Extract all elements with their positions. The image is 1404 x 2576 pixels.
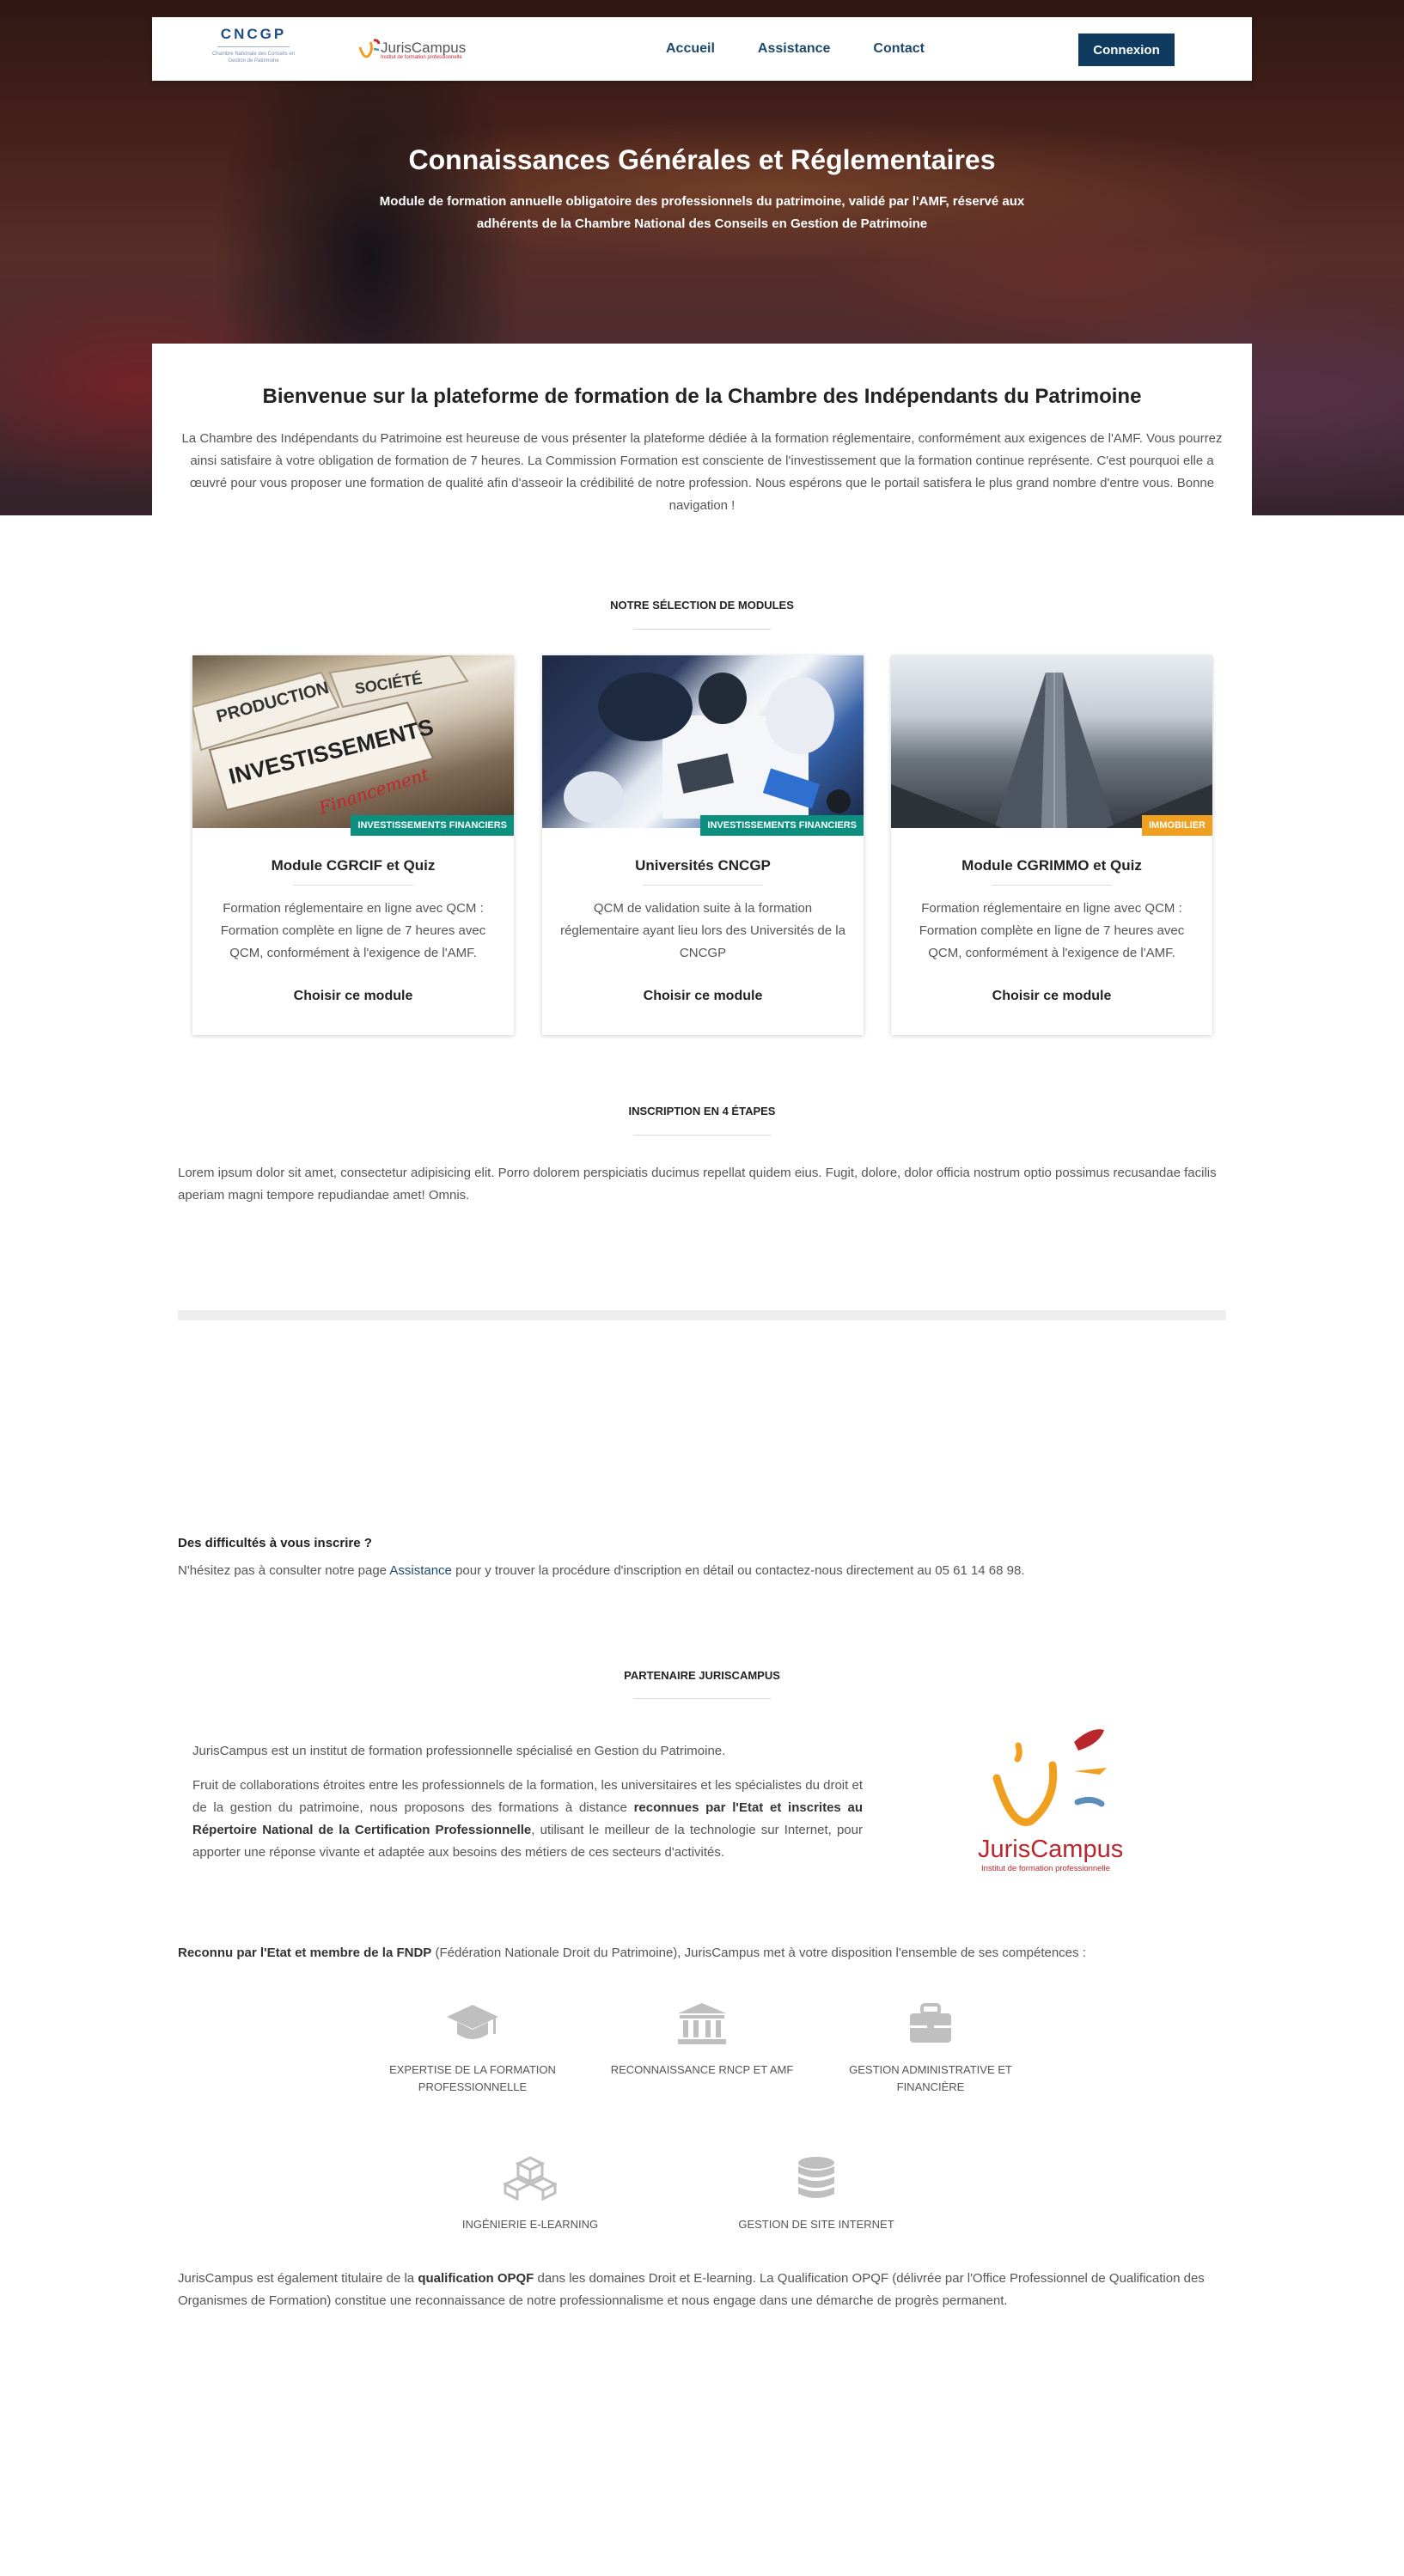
module-description: QCM de validation suite à la formation r… (560, 901, 845, 960)
module-image-building (891, 655, 1212, 828)
choose-module-button[interactable]: Choisir ce module (542, 989, 864, 1004)
module-image-meeting (542, 655, 864, 828)
recognition-text: Reconnu par l'Etat et membre de la FNDP … (178, 1942, 1226, 1964)
juriscampus-logo-tag: Institut de formation professionnelle (381, 55, 462, 60)
module-title: Universités CNCGP (635, 857, 771, 874)
opqf-text-a: JurisCampus est également titulaire de l… (178, 2271, 418, 2286)
folders-illustration: PRODUCTION SOCIÉTÉ INVESTISSEMENTS Finan… (192, 655, 469, 819)
module-title: Module CGRCIF et Quiz (271, 857, 436, 874)
module-card-universites[interactable]: INVESTISSEMENTS FINANCIERS Universités C… (542, 655, 864, 1035)
nav-contact[interactable]: Contact (873, 41, 925, 57)
feature-label: INGÉNIERIE E-LEARNING (461, 2218, 599, 2231)
inscription-section-rule (633, 1135, 771, 1136)
opqf-bold: qualification OPQF (418, 2271, 534, 2286)
main-nav: Accueil Assistance Contact (666, 17, 968, 81)
module-title: Module CGRIMMO et Quiz (961, 857, 1142, 874)
feature-rncp: RECONNAISSANCE RNCP ET AMF (607, 2001, 797, 2079)
partner-intro: JurisCampus est un institut de formation… (192, 1744, 726, 1758)
partner-description: Fruit de collaborations étroites entre l… (192, 1775, 863, 1864)
cncgp-logo-rule (217, 46, 290, 47)
recognition-bold: Reconnu par l'Etat et membre de la FNDP (178, 1946, 432, 1960)
assistance-link[interactable]: Assistance (389, 1563, 452, 1578)
feature-label: RECONNAISSANCE RNCP ET AMF (610, 2063, 794, 2076)
module-description: Formation réglementaire en ligne avec QC… (220, 901, 486, 960)
inscription-section-title: INSCRIPTION EN 4 ÉTAPES (628, 1105, 776, 1117)
feature-label: GESTION DE SITE INTERNET (738, 2218, 894, 2231)
graduation-cap-icon (447, 2005, 498, 2039)
module-image-investissements: PRODUCTION SOCIÉTÉ INVESTISSEMENTS Finan… (192, 655, 514, 828)
welcome-text: La Chambre des Indépendants du Patrimoin… (181, 431, 1223, 513)
hero-subtitle: Module de formation annuelle obligatoire… (379, 194, 1025, 231)
help-title: Des difficultés à vous inscrire ? (178, 1536, 372, 1550)
cubes-icon (504, 2156, 557, 2201)
opqf-text: JurisCampus est également titulaire de l… (178, 2268, 1226, 2312)
juriscampus-logo-mark-icon: JurisCampus Institut de formation profes… (978, 1729, 1123, 1873)
feature-expertise: EXPERTISE DE LA FORMATION PROFESSIONNELL… (378, 2001, 567, 2096)
module-badge: INVESTISSEMENTS FINANCIERS (700, 815, 864, 836)
skyscraper-illustration (891, 673, 1212, 828)
nav-assistance[interactable]: Assistance (758, 41, 831, 57)
briefcase-icon (910, 2003, 951, 2043)
cncgp-logo-title: CNCGP (220, 26, 287, 42)
cncgp-logo-subtitle: Chambre Nationale des Conseils en Gestio… (211, 52, 296, 64)
module-description: Formation réglementaire en ligne avec QC… (919, 901, 1185, 960)
juriscampus-logo-name: JurisCampus (381, 40, 467, 56)
feature-elearning: INGÉNIERIE E-LEARNING (436, 2156, 625, 2233)
help-text-before: N'hésitez pas à consulter notre page (178, 1563, 390, 1578)
steps-placeholder-bar (178, 1310, 1226, 1320)
choose-module-button[interactable]: Choisir ce module (891, 989, 1212, 1004)
choose-module-button[interactable]: Choisir ce module (192, 989, 514, 1004)
juriscampus-logo-small[interactable]: JurisCampus Institut de formation profes… (357, 33, 466, 67)
modules-section-rule (633, 629, 771, 630)
module-title-rule (992, 885, 1112, 886)
help-text-after: pour y trouver la procédure d'inscriptio… (451, 1563, 1025, 1578)
juriscampus-logo-wordmark: JurisCampus (978, 1836, 1123, 1863)
inscription-text: Lorem ipsum dolor sit amet, consectetur … (178, 1166, 1217, 1203)
juriscampus-mark-icon (358, 39, 381, 58)
help-text: N'hésitez pas à consulter notre page Ass… (178, 1563, 1025, 1578)
institution-icon (678, 2003, 726, 2044)
recognition-rest: (Fédération Nationale Droit du Patrimoin… (431, 1946, 1086, 1960)
welcome-title: Bienvenue sur la plateforme de formation… (262, 385, 1142, 408)
meeting-illustration (564, 673, 851, 823)
top-navbar: CNCGP Chambre Nationale des Conseils en … (152, 17, 1252, 81)
module-title-rule (643, 885, 763, 886)
module-badge: IMMOBILIER (1142, 815, 1212, 836)
module-card-cgrimmo[interactable]: IMMOBILIER Module CGRIMMO et Quiz Format… (891, 655, 1212, 1035)
feature-label: GESTION ADMINISTRATIVE ET FINANCIÈRE (849, 2063, 1012, 2093)
module-title-rule (293, 885, 413, 886)
hero-title: Connaissances Générales et Réglementaire… (408, 144, 996, 175)
partner-section-rule (633, 1698, 771, 1699)
nav-accueil[interactable]: Accueil (666, 41, 715, 57)
feature-gestion: GESTION ADMINISTRATIVE ET FINANCIÈRE (836, 2001, 1025, 2096)
feature-site-internet: GESTION DE SITE INTERNET (722, 2156, 911, 2233)
partner-section-title: PARTENAIRE JURISCAMPUS (624, 1669, 780, 1682)
modules-section-title: NOTRE SÉLECTION DE MODULES (610, 599, 794, 612)
database-icon (798, 2157, 834, 2198)
feature-label: EXPERTISE DE LA FORMATION PROFESSIONNELL… (389, 2063, 556, 2093)
juriscampus-logo-tagline: Institut de formation professionnelle (981, 1864, 1110, 1873)
welcome-box: Bienvenue sur la plateforme de formation… (152, 344, 1252, 515)
module-badge: INVESTISSEMENTS FINANCIERS (351, 815, 514, 836)
cncgp-logo[interactable]: CNCGP Chambre Nationale des Conseils en … (211, 26, 296, 74)
juriscampus-logo-large: JurisCampus Institut de formation profes… (971, 1718, 1134, 1890)
module-card-cgrcif[interactable]: PRODUCTION SOCIÉTÉ INVESTISSEMENTS Finan… (192, 655, 514, 1035)
login-button[interactable]: Connexion (1078, 33, 1175, 66)
